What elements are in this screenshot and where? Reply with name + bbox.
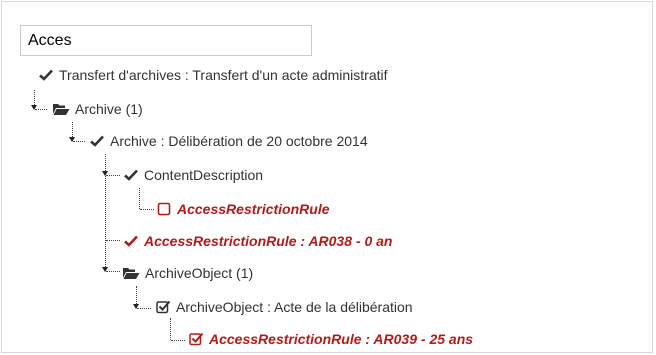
tree-node-label: AccessRestrictionRule : AR038 - 0 an <box>144 233 393 249</box>
tree-node[interactable]: AccessRestrictionRule <box>156 198 330 220</box>
tree-connector <box>102 154 120 272</box>
check-icon <box>89 133 105 149</box>
tree-node[interactable]: Archive (1) <box>51 98 143 120</box>
tree-node-label: Archive : Délibération de 20 octobre 201… <box>110 133 368 149</box>
check-icon <box>38 67 54 83</box>
tree-node-label: Archive (1) <box>75 101 143 117</box>
tree-node-label: AccessRestrictionRule <box>177 201 330 217</box>
tree-connector <box>69 122 85 147</box>
tree-node[interactable]: Transfert d'archives : Transfert d'un ac… <box>38 64 388 86</box>
tree-node[interactable]: Archive : Délibération de 20 octobre 201… <box>89 130 368 152</box>
folder-open-icon <box>51 101 70 117</box>
tree-connector <box>133 286 151 310</box>
checked-checkbox-icon[interactable] <box>188 331 204 347</box>
tree-node[interactable]: ArchiveObject (1) <box>121 262 253 284</box>
tree-node-label: Transfert d'archives : Transfert d'un ac… <box>59 67 388 83</box>
tree-node-label: ArchiveObject (1) <box>145 265 254 281</box>
tree-node[interactable]: AccessRestrictionRule : AR038 - 0 an <box>123 230 392 252</box>
empty-checkbox-icon[interactable] <box>156 201 172 217</box>
checked-checkbox-icon[interactable] <box>155 299 171 315</box>
tree-node[interactable]: ArchiveObject : Acte de la délibération <box>155 296 413 318</box>
tree-node-label: ContentDescription <box>144 167 264 183</box>
check-icon <box>123 167 139 183</box>
tree-connector <box>31 90 47 115</box>
tree-node[interactable]: AccessRestrictionRule : AR039 - 25 ans <box>188 328 473 350</box>
search-input[interactable] <box>20 25 312 56</box>
tree-connector <box>167 318 185 342</box>
tree-node-label: AccessRestrictionRule : AR039 - 25 ans <box>209 331 474 347</box>
tree-node[interactable]: ContentDescription <box>123 164 263 186</box>
folder-open-icon <box>121 265 140 281</box>
tree-node-label: ArchiveObject : Acte de la délibération <box>176 299 413 315</box>
check-icon <box>123 233 139 249</box>
tree-connector <box>136 188 154 210</box>
